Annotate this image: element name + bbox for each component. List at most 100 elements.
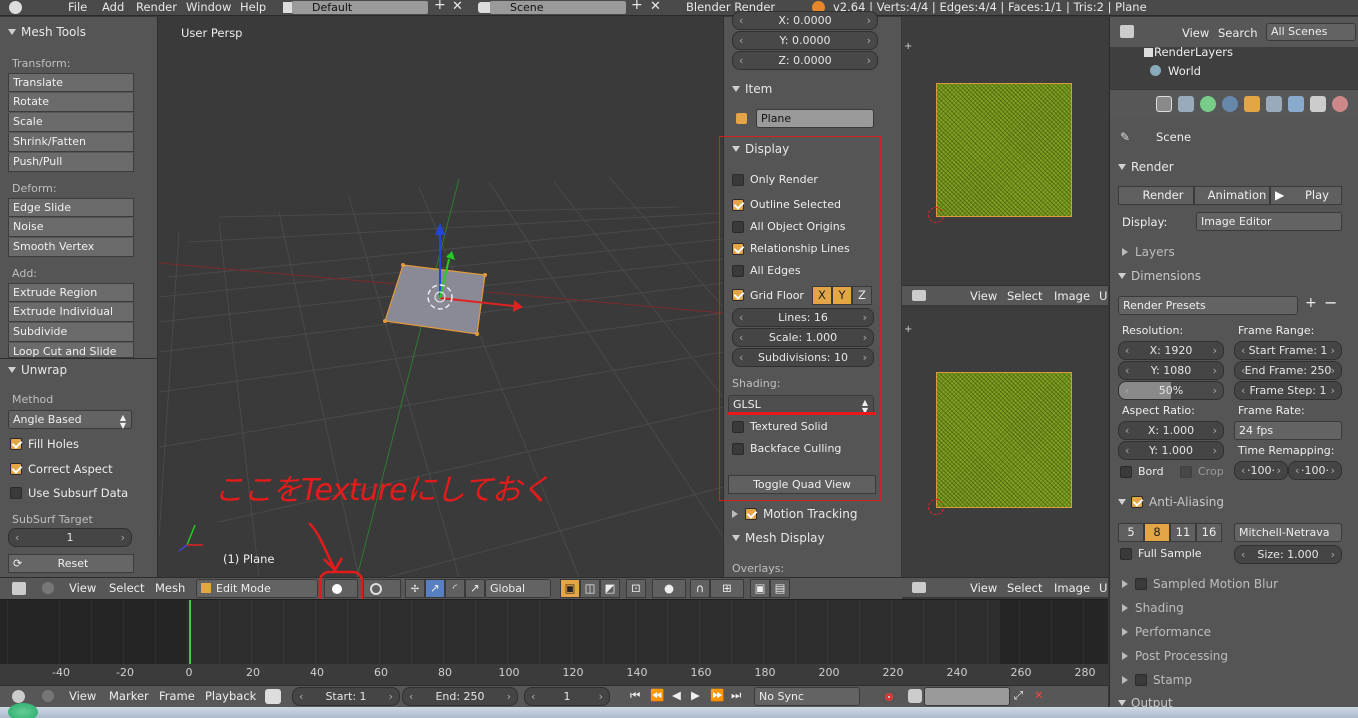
location-y-field[interactable]: Y: 0.0000 [732, 31, 878, 50]
backface-culling-checkbox[interactable] [732, 443, 744, 455]
animation-button[interactable]: Animation [1194, 186, 1270, 205]
limit-selection-toggle[interactable]: ⊡ [626, 579, 646, 598]
anti-aliasing-checkbox[interactable] [1131, 496, 1143, 508]
render-layers-item[interactable]: RenderLayers [1154, 45, 1233, 59]
scale-manipulator[interactable]: ↗ [465, 579, 485, 598]
header-collapse-icon[interactable] [42, 582, 54, 594]
uv-editor-top[interactable]: + [902, 17, 1108, 287]
grid-subdivisions-field[interactable]: Subdivisions: 10 [732, 348, 874, 367]
sampled-motion-blur-checkbox[interactable] [1135, 578, 1147, 590]
grid-lines-field[interactable]: Lines: 16 [732, 308, 874, 327]
location-x-field[interactable]: X: 0.0000 [732, 11, 878, 30]
subdivide-button[interactable]: Subdivide [8, 323, 134, 342]
header-collapse-icon[interactable] [42, 690, 54, 702]
display-header[interactable]: Display [732, 142, 789, 156]
relationship-lines-checkbox[interactable] [732, 243, 744, 255]
sampled-motion-blur-header[interactable]: Sampled Motion Blur [1122, 577, 1278, 591]
frame-rate-dropdown[interactable]: 24 fps [1234, 421, 1342, 440]
info-icon[interactable] [9, 1, 22, 14]
textured-solid-checkbox[interactable] [732, 421, 744, 433]
current-frame-field[interactable]: 1 [524, 687, 610, 706]
mesh-menu[interactable]: Mesh [155, 581, 185, 595]
record-icon[interactable] [882, 690, 896, 704]
start-frame-field[interactable]: Start Frame: 1 [1234, 341, 1342, 360]
keying-set-icon[interactable] [908, 689, 922, 703]
render-presets-dropdown[interactable]: Render Presets [1118, 296, 1298, 315]
vertex-select-mode[interactable]: ▣ [560, 579, 580, 598]
add-preset-icon[interactable]: + [1305, 295, 1317, 311]
crop-checkbox[interactable] [1180, 466, 1192, 478]
uv-select-menu[interactable]: Select [1007, 289, 1042, 303]
layout-field[interactable]: Default [292, 1, 428, 14]
grid-axis-z-toggle[interactable]: Z [852, 286, 872, 305]
jump-start-icon[interactable]: ⏮ [630, 688, 640, 703]
item-header[interactable]: Item [732, 82, 772, 96]
scale-button[interactable]: Scale [8, 113, 134, 132]
render-panel-header[interactable]: Render [1118, 160, 1174, 174]
play-icon[interactable]: ▶ [691, 688, 700, 702]
outliner-display-dropdown[interactable]: All Scenes [1266, 23, 1356, 41]
mode-dropdown[interactable]: Edit Mode [196, 579, 318, 598]
anti-aliasing-header[interactable]: Anti-Aliasing [1118, 495, 1224, 509]
sync-dropdown[interactable]: No Sync [754, 687, 860, 706]
aspect-x-field[interactable]: X: 1.000 [1118, 421, 1224, 440]
method-dropdown[interactable]: Angle Based ▲ ▼ [8, 410, 132, 430]
full-sample-checkbox[interactable] [1120, 548, 1132, 560]
uv-uvs-menu[interactable]: U [1099, 581, 1107, 595]
jump-keyframe-forward-icon[interactable]: ⏩ [710, 688, 724, 702]
correct-aspect-checkbox[interactable] [10, 463, 22, 475]
keying-set-field[interactable] [924, 687, 1010, 706]
layers-panel-header[interactable]: Layers [1122, 245, 1175, 259]
pin-icon[interactable]: ✎ [1120, 130, 1130, 144]
remove-layout-icon[interactable]: ✕ [452, 0, 463, 14]
push-pull-button[interactable]: Push/Pull [8, 153, 134, 172]
translate-manipulator[interactable]: ↗ [425, 579, 445, 598]
scene-tab-icon[interactable] [1200, 96, 1216, 112]
timeline-marker-menu[interactable]: Marker [109, 689, 149, 703]
render-layers-tab-icon[interactable] [1178, 96, 1194, 112]
menu-add[interactable]: Add [102, 0, 124, 15]
all-edges-checkbox[interactable] [732, 265, 744, 277]
fill-holes-checkbox[interactable] [10, 438, 22, 450]
timeline-frame-menu[interactable]: Frame [159, 689, 195, 703]
add-region-icon[interactable]: + [904, 324, 912, 335]
jump-keyframe-back-icon[interactable]: ⏪ [650, 688, 664, 702]
grid-axis-y-toggle[interactable]: Y [832, 286, 852, 305]
editor-type-icon[interactable] [912, 290, 926, 301]
outliner-search-menu[interactable]: Search [1218, 26, 1258, 40]
opengl-anim-button[interactable]: ▤ [770, 579, 790, 598]
all-object-origins-checkbox[interactable] [732, 221, 744, 233]
shrink-fatten-button[interactable]: Shrink/Fatten [8, 133, 134, 152]
end-frame-field[interactable]: End: 250 [402, 687, 518, 706]
subsurf-target-field[interactable]: 1 [8, 528, 132, 547]
material-tab-icon[interactable] [1332, 96, 1348, 112]
delete-keyframe-icon[interactable]: ✕ [1034, 688, 1044, 702]
grid-axis-x-toggle[interactable]: X [812, 286, 832, 305]
grid-scale-field[interactable]: Scale: 1.000 [732, 328, 874, 347]
toggle-quad-view-button[interactable]: Toggle Quad View [728, 475, 876, 494]
render-tab-icon[interactable] [1156, 96, 1172, 112]
object-tab-icon[interactable] [1244, 96, 1260, 112]
timeline-view-menu[interactable]: View [69, 689, 96, 703]
aa-samples-5[interactable]: 5 [1118, 523, 1144, 542]
constraints-tab-icon[interactable] [1266, 96, 1282, 112]
aa-samples-11[interactable]: 11 [1170, 523, 1196, 542]
extrude-individual-button[interactable]: Extrude Individual [8, 303, 134, 322]
location-z-field[interactable]: Z: 0.0000 [732, 51, 878, 70]
editor-type-icon[interactable] [12, 582, 26, 595]
stamp-panel-header[interactable]: Stamp [1122, 673, 1192, 687]
aa-filter-dropdown[interactable]: Mitchell-Netrava [1234, 523, 1342, 542]
aa-samples-8[interactable]: 8 [1144, 523, 1170, 542]
uv-view-menu[interactable]: View [970, 581, 997, 595]
resolution-y-field[interactable]: Y: 1080 [1118, 361, 1224, 380]
outline-selected-checkbox[interactable] [732, 199, 744, 211]
remove-scene-icon[interactable]: ✕ [650, 0, 661, 14]
border-checkbox[interactable] [1120, 466, 1132, 478]
face-select-mode[interactable]: ◩ [600, 579, 620, 598]
start-button-icon[interactable] [8, 703, 38, 718]
world-tab-icon[interactable] [1222, 96, 1238, 112]
rotate-button[interactable]: Rotate [8, 93, 134, 112]
add-layout-icon[interactable]: + [434, 0, 446, 13]
menu-render[interactable]: Render [136, 0, 177, 15]
timeline-editor[interactable]: -40 -20 0 20 40 60 80 100 120 140 160 180 200 220 240 2… [0, 599, 1108, 686]
